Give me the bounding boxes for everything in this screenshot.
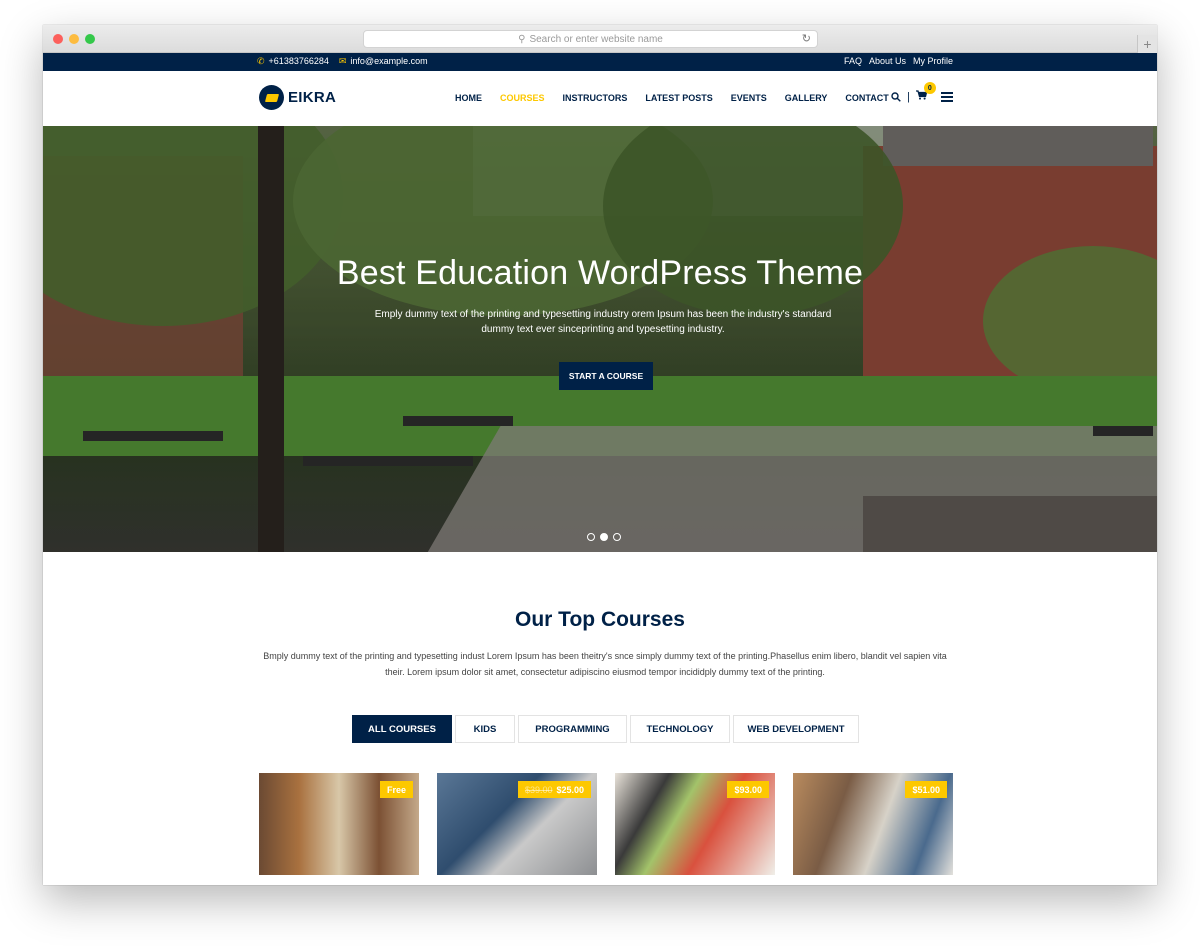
price-badge: $93.00 (727, 781, 769, 798)
course-cards: Free $39.00 $25.00 $93.00 $51.00 (259, 773, 953, 875)
topbar-link-profile[interactable]: My Profile (913, 56, 953, 66)
nav-item-events[interactable]: EVENTS (731, 93, 767, 103)
phone-icon: ✆ (257, 56, 265, 66)
old-price: $39.00 (524, 784, 553, 795)
new-tab-button[interactable]: + (1137, 35, 1157, 53)
start-course-button[interactable]: START A COURSE (559, 362, 653, 390)
cart-button[interactable]: 0 (915, 82, 936, 103)
address-bar-placeholder: Search or enter website name (529, 33, 663, 45)
course-card[interactable]: $39.00 $25.00 (437, 773, 597, 875)
nav-menu: HOME COURSES INSTRUCTORS LATEST POSTS EV… (455, 93, 889, 103)
topbar-link-faq[interactable]: FAQ (844, 56, 862, 66)
graduation-cap-icon (259, 85, 284, 110)
tab-kids[interactable]: KIDS (455, 715, 515, 743)
course-card[interactable]: $93.00 (615, 773, 775, 875)
address-bar[interactable]: ⚲ Search or enter website name ↻ (363, 30, 818, 48)
nav-item-courses[interactable]: COURSES (500, 93, 545, 103)
slider-dot-2[interactable] (600, 533, 608, 541)
tab-web-development[interactable]: WEB DEVELOPMENT (733, 715, 859, 743)
slider-dot-1[interactable] (587, 533, 595, 541)
maximize-window-button[interactable] (85, 34, 95, 44)
section-description: Bmply dummy text of the printing and typ… (263, 651, 947, 677)
nav-item-instructors[interactable]: INSTRUCTORS (563, 93, 628, 103)
price-badge: $39.00 $25.00 (517, 781, 591, 798)
nav-item-contact[interactable]: CONTACT (845, 93, 888, 103)
tab-programming[interactable]: PROGRAMMING (518, 715, 627, 743)
nav-item-home[interactable]: HOME (455, 93, 482, 103)
hero-slider: Best Education WordPress Theme Emply dum… (43, 126, 1157, 552)
nav-icons: | 0 (891, 82, 953, 103)
section-title: Our Top Courses (515, 608, 685, 631)
slider-dot-3[interactable] (613, 533, 621, 541)
email-contact[interactable]: ✉ info@example.com (339, 56, 428, 67)
nav-item-gallery[interactable]: GALLERY (785, 93, 828, 103)
divider: | (907, 90, 910, 103)
search-icon: ⚲ (518, 33, 526, 45)
hero-subtitle: Emply dummy text of the printing and typ… (374, 309, 832, 335)
course-filter-tabs: ALL COURSES KIDS PROGRAMMING TECHNOLOGY … (352, 715, 859, 743)
slider-dots (587, 533, 621, 541)
phone-contact[interactable]: ✆ +61383766284 (257, 56, 329, 67)
main-navigation: EIKRA HOME COURSES INSTRUCTORS LATEST PO… (43, 71, 1157, 126)
envelope-icon: ✉ (338, 56, 347, 66)
minimize-window-button[interactable] (69, 34, 79, 44)
tab-all-courses[interactable]: ALL COURSES (352, 715, 452, 743)
search-icon[interactable] (891, 91, 901, 102)
nav-item-latest-posts[interactable]: LATEST POSTS (645, 93, 712, 103)
menu-icon[interactable] (940, 91, 953, 102)
logo-text: EIKRA (288, 89, 337, 106)
close-window-button[interactable] (53, 34, 63, 44)
reload-icon[interactable]: ↻ (802, 32, 811, 45)
site-logo[interactable]: EIKRA (259, 85, 336, 110)
cart-count-badge: 0 (923, 82, 936, 94)
topbar-link-about[interactable]: About Us (869, 56, 906, 66)
hero-title: Best Education WordPress Theme (336, 254, 864, 292)
top-info-bar: ✆ +61383766284 ✉ info@example.com FAQ Abou… (43, 53, 1157, 71)
course-card[interactable]: $51.00 (793, 773, 953, 875)
tab-technology[interactable]: TECHNOLOGY (630, 715, 730, 743)
price-badge: Free (379, 781, 413, 798)
course-card[interactable]: Free (259, 773, 419, 875)
browser-window: ⚲ Search or enter website name ↻ + ✆ +613… (43, 25, 1157, 885)
price-badge: $51.00 (905, 781, 947, 798)
browser-toolbar: ⚲ Search or enter website name ↻ + (43, 25, 1157, 53)
